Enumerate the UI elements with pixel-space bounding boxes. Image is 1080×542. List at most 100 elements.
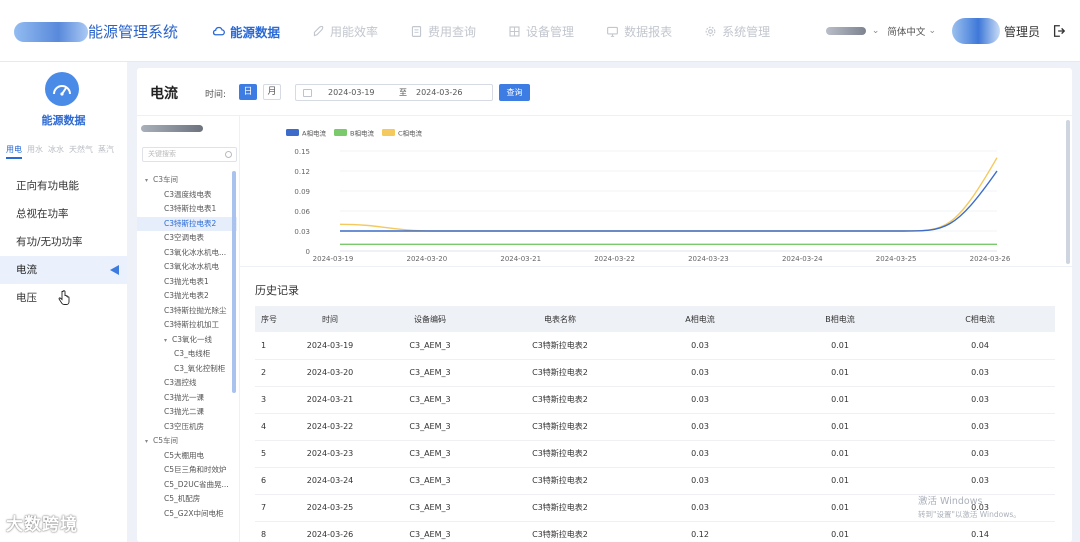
x-tick-label: 2024-03-23 — [688, 255, 729, 263]
tree-node[interactable]: C3特斯拉电表1 — [137, 202, 237, 217]
current-line-chart: 0 0.03 0.06 0.09 0.12 0.15 2024-03-19 2024-03-2… — [243, 118, 1072, 266]
y-tick-label: 0.06 — [294, 208, 310, 216]
column-header: 序号 — [255, 306, 295, 332]
tree-node[interactable]: C3抛光电表2 — [137, 289, 237, 304]
device-tree-panel: 关键搜索 ▾ C3车间 C3温度线电表 C3特斯拉电表1 C3特斯拉电表2 C3空调电表 C… — [137, 116, 240, 542]
windows-activation-notice: 激活 Windows 转到"设置"以激活 Windows。 — [918, 496, 1021, 519]
device-tree: ▾ C3车间 C3温度线电表 C3特斯拉电表1 C3特斯拉电表2 C3空调电表 C3氧化冰水… — [137, 173, 237, 521]
table-cell: 2024-03-20 — [295, 359, 365, 387]
sidebar-item-current[interactable]: 电流 — [0, 256, 127, 284]
tree-node[interactable]: C5巨三角和时效炉 — [137, 463, 237, 478]
chart-scrollbar[interactable] — [1066, 120, 1070, 264]
legend-label: B相电流 — [350, 129, 374, 138]
tree-node[interactable]: C3温控线 — [137, 376, 237, 391]
table-cell: C3特斯拉电表2 — [495, 413, 625, 441]
series-line-a-phase — [340, 170, 998, 232]
tree-node[interactable]: C5_机配房 — [137, 492, 237, 507]
y-tick-label: 0.15 — [294, 148, 310, 156]
tree-node[interactable]: C3抛光二课 — [137, 405, 237, 420]
tab-electricity[interactable]: 用电 — [6, 144, 22, 159]
y-tick-label: 0 — [306, 248, 310, 256]
tree-node[interactable]: C3氧化冰水机电 — [137, 260, 237, 275]
tree-node[interactable]: C3特斯拉抛光除尘 — [137, 304, 237, 319]
cloud-icon — [212, 25, 225, 38]
tree-node[interactable]: C3特斯拉机加工 — [137, 318, 237, 333]
tree-node[interactable]: C3抛光一课 — [137, 391, 237, 406]
system-title: 能源管理系统 — [88, 23, 179, 41]
tree-group-node[interactable]: ▾ C5车间 — [137, 434, 237, 449]
tree-node[interactable]: C5_G2X中间电柜 — [137, 507, 237, 522]
legend-swatch — [334, 129, 347, 136]
tree-node[interactable]: C3抛光电表1 — [137, 275, 237, 290]
start-date[interactable]: 2024-03-19 — [328, 88, 390, 97]
caret-down-icon[interactable]: ▾ — [145, 435, 153, 449]
tree-group-node[interactable]: ▾ C3车间 — [137, 173, 237, 188]
main-nav: 能源数据 用能效率 费用查询 设备管理 数据报表 系统管理 — [196, 0, 786, 62]
table-cell: 2024-03-19 — [295, 332, 365, 360]
tree-node[interactable]: C3氧化冰水机电... — [137, 246, 237, 261]
legend-label: C相电流 — [398, 129, 423, 138]
end-date[interactable]: 2024-03-26 — [416, 88, 478, 97]
table-row: 2 2024-03-20 C3_AEM_3 C3特斯拉电表2 0.03 0.01 0.03 — [255, 359, 1055, 387]
table-cell: 0.04 — [905, 332, 1055, 360]
tree-node[interactable]: C3温度线电表 — [137, 188, 237, 203]
nav-data-report[interactable]: 数据报表 — [590, 0, 688, 62]
sidebar-title: 能源数据 — [41, 114, 86, 127]
search-icon — [225, 151, 232, 158]
nav-energy-data[interactable]: 能源数据 — [196, 0, 296, 62]
legend-label: A相电流 — [302, 129, 326, 138]
query-button[interactable]: 查询 — [499, 84, 530, 101]
nav-energy-efficiency[interactable]: 用能效率 — [296, 0, 394, 62]
logout-icon[interactable] — [1052, 24, 1066, 38]
sidebar-item-forward-active-energy[interactable]: 正向有功电能 — [0, 172, 127, 200]
tab-steam[interactable]: 蒸汽 — [98, 144, 114, 159]
month-toggle-button[interactable]: 月 — [263, 84, 281, 100]
tree-scrollbar[interactable] — [232, 171, 236, 393]
y-tick-label: 0.03 — [294, 228, 310, 236]
table-row: 5 2024-03-23 C3_AEM_3 C3特斯拉电表2 0.03 0.01 0.03 — [255, 440, 1055, 468]
table-cell: C3_AEM_3 — [365, 413, 495, 441]
tree-node[interactable]: C5大棚用电 — [137, 449, 237, 464]
x-tick-label: 2024-03-19 — [313, 255, 354, 263]
tab-chilled-water[interactable]: 冰水 — [48, 144, 64, 159]
table-cell: 0.03 — [625, 359, 775, 387]
table-cell: 2024-03-23 — [295, 440, 365, 468]
caret-down-icon[interactable]: ▾ — [164, 334, 172, 348]
tree-node[interactable]: C3_氧化控制柜 — [137, 362, 237, 377]
tree-node[interactable]: C3_电线柜 — [137, 347, 237, 362]
tree-node[interactable]: C3空调电表 — [137, 231, 237, 246]
avatar[interactable] — [951, 18, 1000, 44]
tree-node[interactable]: C3空压机房 — [137, 420, 237, 435]
sidebar-item-active-reactive-power[interactable]: 有功/无功功率 — [0, 228, 127, 256]
table-cell: 2024-03-26 — [295, 521, 365, 542]
table-cell: C3_AEM_3 — [365, 359, 495, 387]
main-panel: 电流 时间: 日 月 2024-03-19 至 2024-03-26 查询 关键… — [137, 68, 1072, 542]
org-selector[interactable] — [825, 27, 866, 35]
table-cell: 0.01 — [775, 494, 905, 522]
nav-system-management[interactable]: 系统管理 — [688, 0, 786, 62]
nav-device-management[interactable]: 设备管理 — [492, 0, 590, 62]
history-title: 历史记录 — [255, 284, 299, 297]
user-name[interactable]: 管理员 — [1004, 23, 1040, 40]
dashboard-gauge-icon — [45, 72, 79, 106]
sidebar-item-apparent-power[interactable]: 总视在功率 — [0, 200, 127, 228]
language-selector[interactable]: 简体中文 — [887, 24, 925, 38]
day-toggle-button[interactable]: 日 — [239, 84, 257, 100]
divider — [240, 266, 1072, 267]
tab-water[interactable]: 用水 — [27, 144, 43, 159]
table-cell: C3_AEM_3 — [365, 440, 495, 468]
grid-icon — [508, 25, 521, 38]
tree-node[interactable]: C3特斯拉电表2 — [137, 216, 237, 231]
nav-cost-query[interactable]: 费用查询 — [394, 0, 492, 62]
tab-natural-gas[interactable]: 天然气 — [69, 144, 93, 159]
tree-search-input[interactable]: 关键搜索 — [142, 147, 237, 162]
table-cell: 0.01 — [775, 413, 905, 441]
top-bar: 能源管理系统 能源数据 用能效率 费用查询 设备管理 数据报表 系统管理 ⌄ 简… — [0, 0, 1080, 62]
table-cell: 0.03 — [625, 332, 775, 360]
caret-down-icon[interactable]: ▾ — [145, 174, 153, 188]
tree-node[interactable]: C5_D2UC省曲晃... — [137, 478, 237, 493]
table-cell: 0.03 — [625, 386, 775, 414]
table-cell: C3_AEM_3 — [365, 467, 495, 495]
date-range-picker[interactable]: 2024-03-19 至 2024-03-26 — [295, 84, 493, 101]
tree-node[interactable]: ▾ C3氧化一线 — [137, 333, 237, 348]
